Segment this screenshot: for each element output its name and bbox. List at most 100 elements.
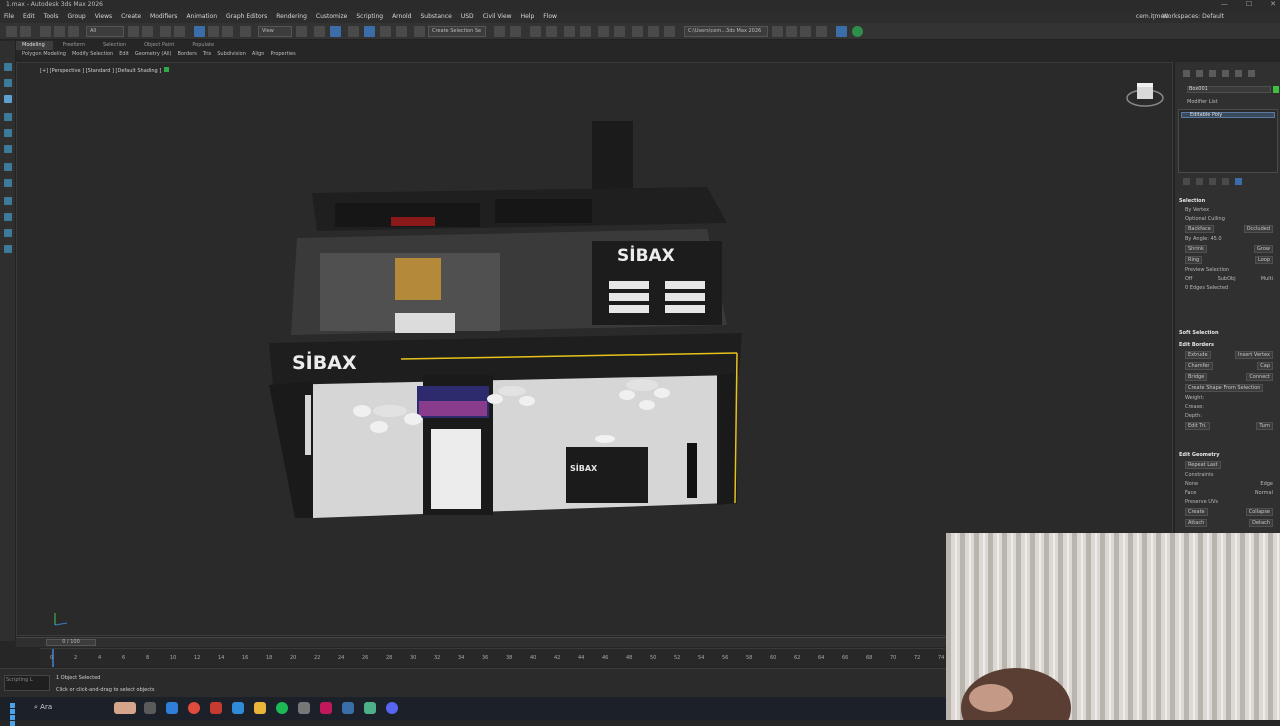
preserve-uvs-checkbox[interactable]: Preserve UVs (1185, 499, 1218, 505)
constraint-none-radio[interactable]: None (1185, 481, 1198, 487)
open-recent-icon[interactable] (816, 26, 827, 37)
attach-button[interactable]: Attach (1185, 519, 1208, 527)
edge-icon[interactable] (232, 702, 244, 714)
pivot-center-icon[interactable] (296, 26, 307, 37)
selection-filter-dropdown[interactable]: All (86, 26, 124, 37)
pin-stack-icon[interactable] (1183, 178, 1190, 185)
edge-browser-icon[interactable] (166, 702, 178, 714)
ring-button[interactable]: Ring (1185, 256, 1203, 264)
bridge-button[interactable]: Bridge (1185, 373, 1208, 381)
menu-arnold[interactable]: Arnold (392, 13, 411, 20)
preview-off-radio[interactable]: Off (1185, 276, 1192, 282)
start-button[interactable] (10, 703, 21, 726)
create-tab-icon[interactable] (1183, 70, 1190, 77)
tab-populate[interactable]: Populate (184, 41, 222, 50)
bind-space-warp-icon[interactable] (68, 26, 79, 37)
motion-tab-icon[interactable] (1222, 70, 1229, 77)
extrude-button[interactable]: Extrude (1185, 351, 1211, 359)
crease-spinner[interactable]: Crease: (1185, 404, 1204, 410)
toggle-scene-explorer-icon[interactable] (836, 26, 847, 37)
ribbon-polygon-modeling[interactable]: Polygon Modeling (22, 51, 66, 60)
display-tab-icon[interactable] (1235, 70, 1242, 77)
chrome-icon[interactable] (188, 702, 200, 714)
mirror-icon[interactable] (494, 26, 505, 37)
grow-button[interactable]: Grow (1254, 245, 1273, 253)
opera-icon[interactable] (210, 702, 222, 714)
constraint-normal-radio[interactable]: Normal (1255, 490, 1273, 496)
minimize-button[interactable]: — (1221, 0, 1228, 8)
light-icon[interactable] (4, 197, 12, 205)
ribbon-modify-selection[interactable]: Modify Selection (72, 51, 113, 60)
close-button[interactable]: ✕ (1270, 0, 1276, 8)
project-folder-field[interactable]: C:\Users\cem...3ds Max 2026 (684, 26, 768, 37)
detach-button[interactable]: Detach (1249, 519, 1273, 527)
maxscript-listener[interactable]: Scripting L (4, 675, 50, 691)
shrink-button[interactable]: Shrink (1185, 245, 1207, 253)
unlink-icon[interactable] (54, 26, 65, 37)
select-rotate-icon[interactable] (208, 26, 219, 37)
app-icon[interactable] (298, 702, 310, 714)
helper-icon[interactable] (4, 229, 12, 237)
tab-freeform[interactable]: Freeform (55, 41, 93, 50)
discord-icon[interactable] (386, 702, 398, 714)
occluded-button[interactable]: Occluded (1243, 225, 1273, 233)
schematic-view-icon[interactable] (598, 26, 609, 37)
select-object-icon[interactable] (128, 26, 139, 37)
menu-usd[interactable]: USD (461, 13, 474, 20)
ribbon-tris[interactable]: Tris (203, 51, 211, 60)
window-crossing-icon[interactable] (174, 26, 185, 37)
render-setup-icon[interactable] (632, 26, 643, 37)
insert-vertex-button[interactable]: Insert Vertex (1234, 351, 1273, 359)
vpn-icon[interactable] (342, 702, 354, 714)
adobe-icon[interactable] (320, 702, 332, 714)
soft-selection-title[interactable]: Soft Selection (1179, 330, 1279, 336)
ribbon-geometry-all[interactable]: Geometry (All) (135, 51, 172, 60)
menu-file[interactable]: File (4, 13, 14, 20)
active-tool-icon[interactable] (4, 95, 12, 103)
ribbon-toggle-icon[interactable] (564, 26, 575, 37)
snaps-toggle-icon[interactable] (348, 26, 359, 37)
edit-named-selection-icon[interactable] (414, 26, 425, 37)
menu-group[interactable]: Group (67, 13, 85, 20)
menu-edit[interactable]: Edit (23, 13, 35, 20)
move-tool-icon[interactable] (4, 79, 12, 87)
menu-help[interactable]: Help (521, 13, 535, 20)
named-selection-set-field[interactable]: Create Selection Se (428, 26, 486, 37)
hierarchy-icon[interactable] (4, 113, 12, 121)
undo-icon[interactable] (6, 26, 17, 37)
configure-sets-icon[interactable] (1235, 178, 1242, 185)
external-files-icon[interactable] (800, 26, 811, 37)
menu-views[interactable]: Views (95, 13, 112, 20)
constraint-edge-radio[interactable]: Edge (1260, 481, 1273, 487)
track-bar[interactable]: 0 2 4 6 8 10 12 14 16 18 20 22 24 26 28 30 32 34 36 38 40 42 4… (40, 648, 945, 667)
selection-rollout-title[interactable]: Selection (1179, 198, 1279, 204)
hierarchy-tab-icon[interactable] (1209, 70, 1216, 77)
make-unique-icon[interactable] (1209, 178, 1216, 185)
weather-widget-icon[interactable] (114, 702, 136, 714)
repeat-last-button[interactable]: Repeat Last (1185, 461, 1221, 469)
motion-icon[interactable] (4, 129, 12, 137)
create-shape-button[interactable]: Create Shape From Selection (1185, 384, 1264, 392)
object-color-swatch[interactable] (1273, 86, 1279, 93)
align-icon[interactable] (510, 26, 521, 37)
menu-flow[interactable]: Flow (543, 13, 557, 20)
reference-coordinate-dropdown[interactable]: View (258, 26, 292, 37)
viewcube-icon[interactable] (1124, 80, 1166, 110)
modifier-list-dropdown[interactable]: Modifier List (1187, 99, 1218, 105)
workspace-selector[interactable]: Workspaces: Default (1162, 13, 1224, 20)
menu-rendering[interactable]: Rendering (276, 13, 307, 20)
collapse-button[interactable]: Collapse (1245, 508, 1273, 516)
utilities-icon[interactable] (4, 163, 12, 171)
ribbon-properties[interactable]: Properties (270, 51, 295, 60)
select-by-name-icon[interactable] (142, 26, 153, 37)
menu-scripting[interactable]: Scripting (356, 13, 383, 20)
ribbon-edit[interactable]: Edit (119, 51, 129, 60)
spotify-icon[interactable] (276, 702, 288, 714)
preview-multi-radio[interactable]: Multi (1261, 276, 1273, 282)
by-vertex-checkbox[interactable]: By Vertex (1185, 207, 1209, 213)
render-production-icon[interactable] (664, 26, 675, 37)
shape-icon[interactable] (4, 179, 12, 187)
scene-explorer-icon[interactable] (530, 26, 541, 37)
tab-selection[interactable]: Selection (95, 41, 134, 50)
file-explorer-icon[interactable] (254, 702, 266, 714)
